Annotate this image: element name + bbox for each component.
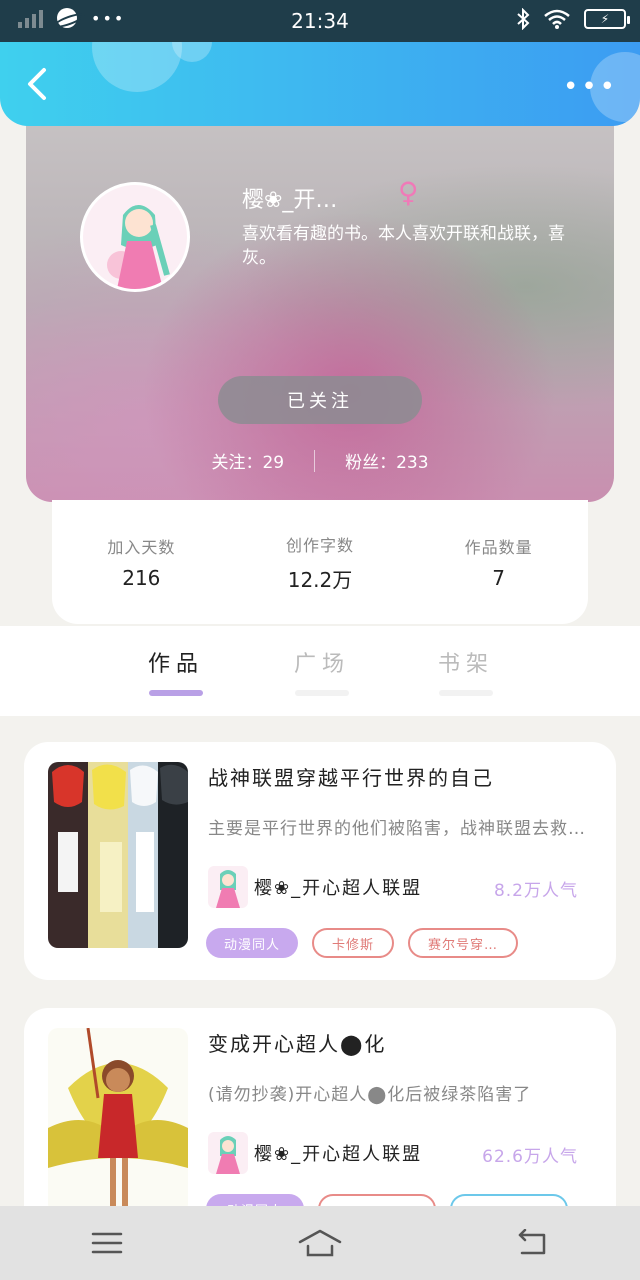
tab-label: 作品 xyxy=(147,652,204,677)
top-header: ••• xyxy=(0,42,640,126)
status-time: 21:34 xyxy=(291,9,349,33)
book-tags: 动漫同人 卡修斯 赛尔号穿… xyxy=(206,928,519,958)
tab-label: 书架 xyxy=(437,652,494,677)
app-notification-icon xyxy=(57,8,77,28)
followers-count[interactable]: 粉丝：233 xyxy=(345,448,428,473)
user-avatar[interactable] xyxy=(80,182,190,292)
stats-card: 加入天数 216 创作字数 12.2万 作品数量 7 xyxy=(52,500,588,624)
stat-label: 创作字数 xyxy=(285,535,354,555)
menu-icon[interactable] xyxy=(77,1223,137,1263)
popularity-count: 62.6万人气 xyxy=(482,1147,578,1167)
author-name: 樱❀_开心超人联盟 xyxy=(254,1144,423,1165)
following-count[interactable]: 关注：29 xyxy=(211,448,284,473)
more-dots-icon[interactable]: ••• xyxy=(563,72,618,102)
book-title[interactable]: 变成开心超人⬤化 xyxy=(208,1028,386,1057)
tag-series[interactable]: 赛尔号穿… xyxy=(408,928,519,958)
tab-underline xyxy=(295,690,349,696)
home-icon[interactable] xyxy=(290,1223,350,1263)
system-nav-bar xyxy=(0,1206,640,1280)
return-icon[interactable] xyxy=(503,1223,563,1263)
popularity-count: 8.2万人气 xyxy=(493,881,578,901)
wifi-icon xyxy=(544,9,570,29)
stat-works-count: 作品数量 7 xyxy=(424,534,574,590)
book-description: (请勿抄袭)开心超人⬤化后被绿茶陷害了 xyxy=(208,1085,532,1105)
book-cover[interactable] xyxy=(48,1028,188,1214)
followed-button[interactable]: 已关注 xyxy=(218,376,422,424)
book-description: 主要是平行世界的他们被陷害，战神联盟去救他们 xyxy=(208,819,588,839)
author-avatar xyxy=(208,1132,248,1174)
more-notifications-icon: ••• xyxy=(91,8,126,28)
profile-bio: 喜欢看有趣的书。本人喜欢开联和战联，喜灰。 xyxy=(242,224,565,268)
female-gender-icon: ♀ xyxy=(398,176,419,209)
profile-card: 樱❀_开… ♀ 喜欢看有趣的书。本人喜欢开联和战联，喜灰。 已关注 关注：29 … xyxy=(26,110,614,502)
stat-join-days: 加入天数 216 xyxy=(66,534,216,590)
author-name: 樱❀_开心超人联盟 xyxy=(254,878,423,899)
stat-value: 7 xyxy=(492,566,505,590)
stat-value: 12.2万 xyxy=(287,567,353,592)
tag-category[interactable]: 动漫同人 xyxy=(206,928,299,958)
tab-underline xyxy=(439,690,493,696)
tab-bookshelf[interactable]: 书架 xyxy=(426,646,506,696)
status-bar: ••• 21:34 ⚡ xyxy=(0,0,640,42)
back-arrow-icon[interactable] xyxy=(20,64,56,104)
bluetooth-icon xyxy=(517,8,530,30)
book-author[interactable]: 樱❀_开心超人联盟 xyxy=(208,866,422,908)
tab-works[interactable]: 作品 xyxy=(136,646,216,696)
profile-name: 樱❀_开… xyxy=(242,188,338,213)
profile-tabs: 作品 广场 书架 xyxy=(0,626,640,716)
stat-word-count: 创作字数 12.2万 xyxy=(245,532,395,593)
tab-square[interactable]: 广场 xyxy=(282,646,362,696)
author-avatar xyxy=(208,866,248,908)
stat-label: 加入天数 xyxy=(107,538,176,557)
book-card[interactable]: 战神联盟穿越平行世界的自己 主要是平行世界的他们被陷害，战神联盟去救他们 樱❀_… xyxy=(24,742,616,980)
battery-charging-icon: ⚡ xyxy=(584,9,630,29)
stat-label: 作品数量 xyxy=(464,538,533,557)
book-author[interactable]: 樱❀_开心超人联盟 xyxy=(208,1132,422,1174)
book-cover[interactable] xyxy=(48,762,188,948)
book-title[interactable]: 战神联盟穿越平行世界的自己 xyxy=(208,762,494,791)
tag-character[interactable]: 卡修斯 xyxy=(312,928,395,958)
divider xyxy=(314,449,316,472)
tab-underline xyxy=(149,690,203,696)
tab-label: 广场 xyxy=(293,652,350,677)
signal-icon xyxy=(18,8,43,28)
stat-value: 216 xyxy=(122,566,161,590)
